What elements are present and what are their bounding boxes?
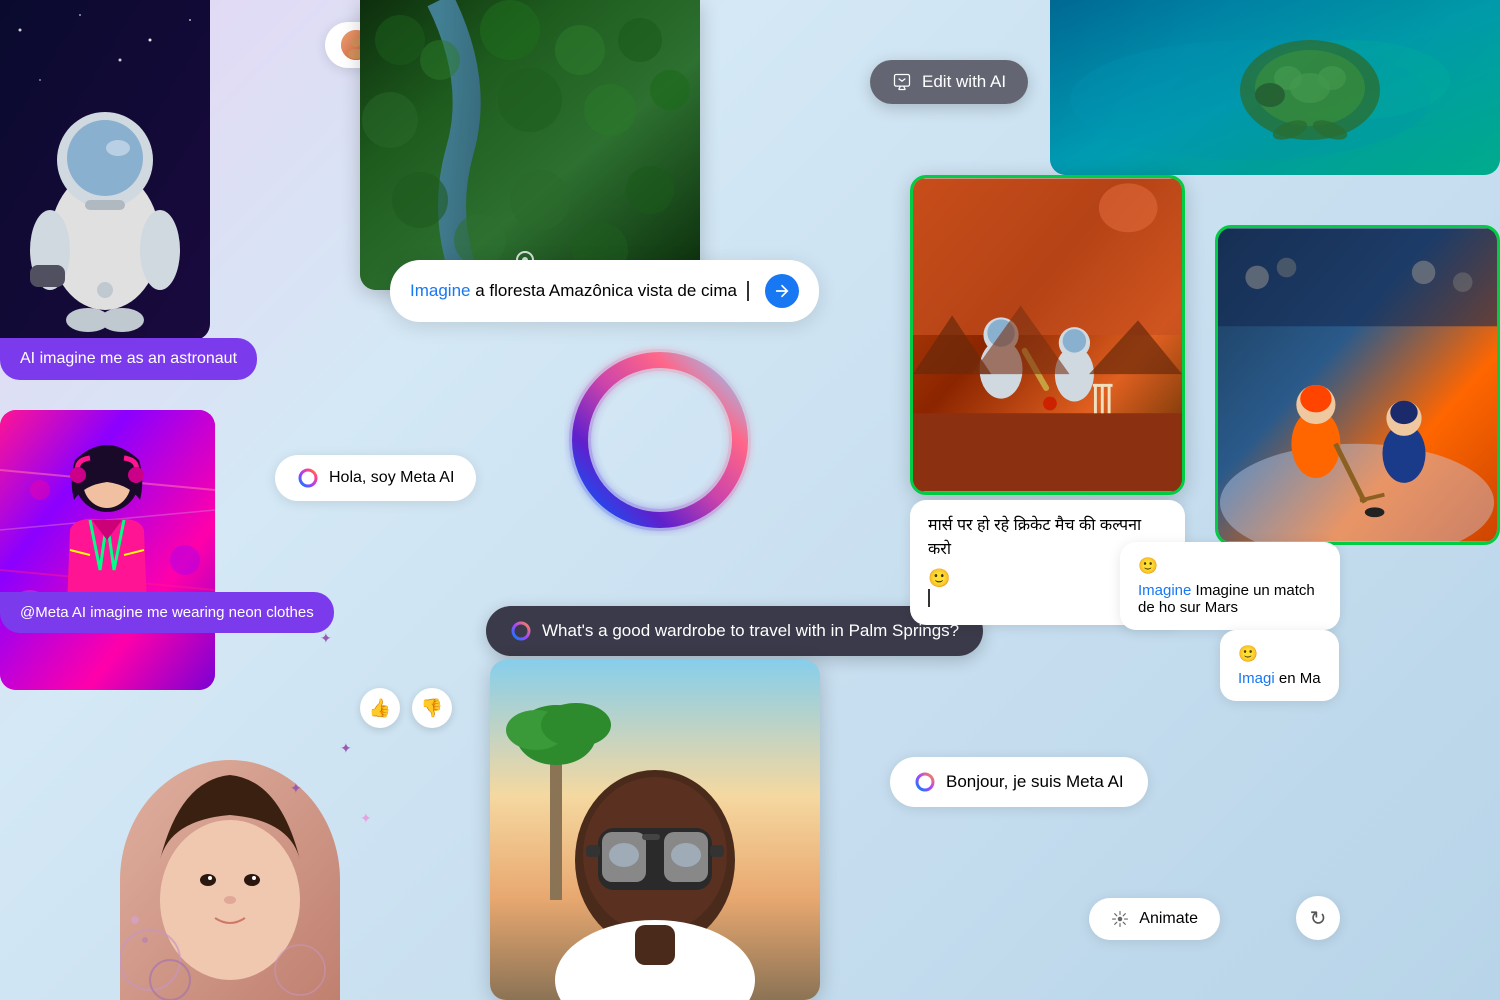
animate-button[interactable]: Animate — [1089, 898, 1220, 940]
animate-icon — [1111, 910, 1129, 928]
astronaut-image — [0, 0, 210, 340]
hockey-image — [1215, 225, 1500, 545]
imagine-prompt-text: Imagine a floresta Amazônica vista de ci… — [410, 281, 737, 301]
thumbs-up-button[interactable]: 👍 — [360, 688, 400, 728]
palm-springs-bubble: What's a good wardrobe to travel with in… — [486, 606, 983, 656]
edit-icon — [892, 72, 912, 92]
french-mars-bubble2: 🙂 Imagi en Ma — [1220, 630, 1339, 701]
vr-headset-image — [490, 660, 820, 1000]
neon-clothes-bubble: @Meta AI imagine me wearing neon clothes — [0, 592, 334, 633]
neon-girl-image — [0, 410, 215, 690]
amazon-forest-image — [360, 0, 700, 290]
hola-meta-ai-bubble: Hola, soy Meta AI — [275, 455, 476, 501]
ai-astronaut-bubble: AI imagine me as an astronaut — [0, 338, 257, 380]
french-mars-bubble: 🙂 Imagine Imagine un match de ho sur Mar… — [1120, 542, 1340, 630]
deco-star-3: ✦ — [290, 780, 302, 797]
profile-image — [120, 760, 340, 1000]
deco-star-1: ✦ — [320, 630, 332, 647]
deco-star-2: ✦ — [340, 740, 352, 757]
edit-ai-label: Edit with AI — [922, 72, 1006, 92]
thumbs-container: 👍 👎 — [360, 688, 452, 728]
meta-ai-ring-main — [560, 340, 760, 540]
prompt-rest: a floresta Amazônica vista de cima — [475, 281, 737, 300]
thumbs-up-icon: 👍 — [369, 698, 391, 719]
bonjour-meta-ai-bubble: Bonjour, je suis Meta AI — [890, 757, 1148, 807]
animate-label: Animate — [1139, 910, 1198, 928]
palm-springs-text: What's a good wardrobe to travel with in… — [542, 621, 959, 641]
send-button[interactable] — [765, 274, 799, 308]
deco-star-4: ✦ — [360, 810, 372, 827]
edit-with-ai-button[interactable]: Edit with AI — [870, 60, 1028, 104]
turtle-image — [1050, 0, 1500, 175]
french-mars-text: Imagine Imagine un match de ho sur Mars — [1138, 582, 1322, 616]
french-mars-text2: Imagi en Ma — [1238, 670, 1321, 687]
meta-ai-ring-small-hola — [297, 467, 319, 489]
imagine-word-french: Imagine — [1138, 582, 1191, 599]
imagine-word: Imagine — [410, 281, 470, 300]
send-icon — [774, 283, 790, 299]
cricket-mars-card — [910, 175, 1185, 495]
meta-ai-ring-palm-springs — [510, 620, 532, 642]
text-cursor — [928, 589, 930, 607]
imagine-word2: Imagi — [1238, 670, 1275, 687]
refresh-icon: ↻ — [1310, 906, 1327, 931]
thumbs-down-icon: 👎 — [421, 698, 443, 719]
ai-astronaut-text: AI imagine me as an astronaut — [20, 350, 237, 367]
thumbs-down-button[interactable]: 👎 — [412, 688, 452, 728]
hola-text: Hola, soy Meta AI — [329, 469, 454, 487]
meta-ai-ring-bonjour — [914, 771, 936, 793]
refresh-button[interactable]: ↻ — [1296, 896, 1340, 940]
cursor — [747, 281, 749, 301]
neon-clothes-text: @Meta AI imagine me wearing neon clothes — [20, 604, 314, 621]
bonjour-text: Bonjour, je suis Meta AI — [946, 772, 1124, 792]
imagine-prompt-bar[interactable]: Imagine a floresta Amazônica vista de ci… — [390, 260, 819, 322]
